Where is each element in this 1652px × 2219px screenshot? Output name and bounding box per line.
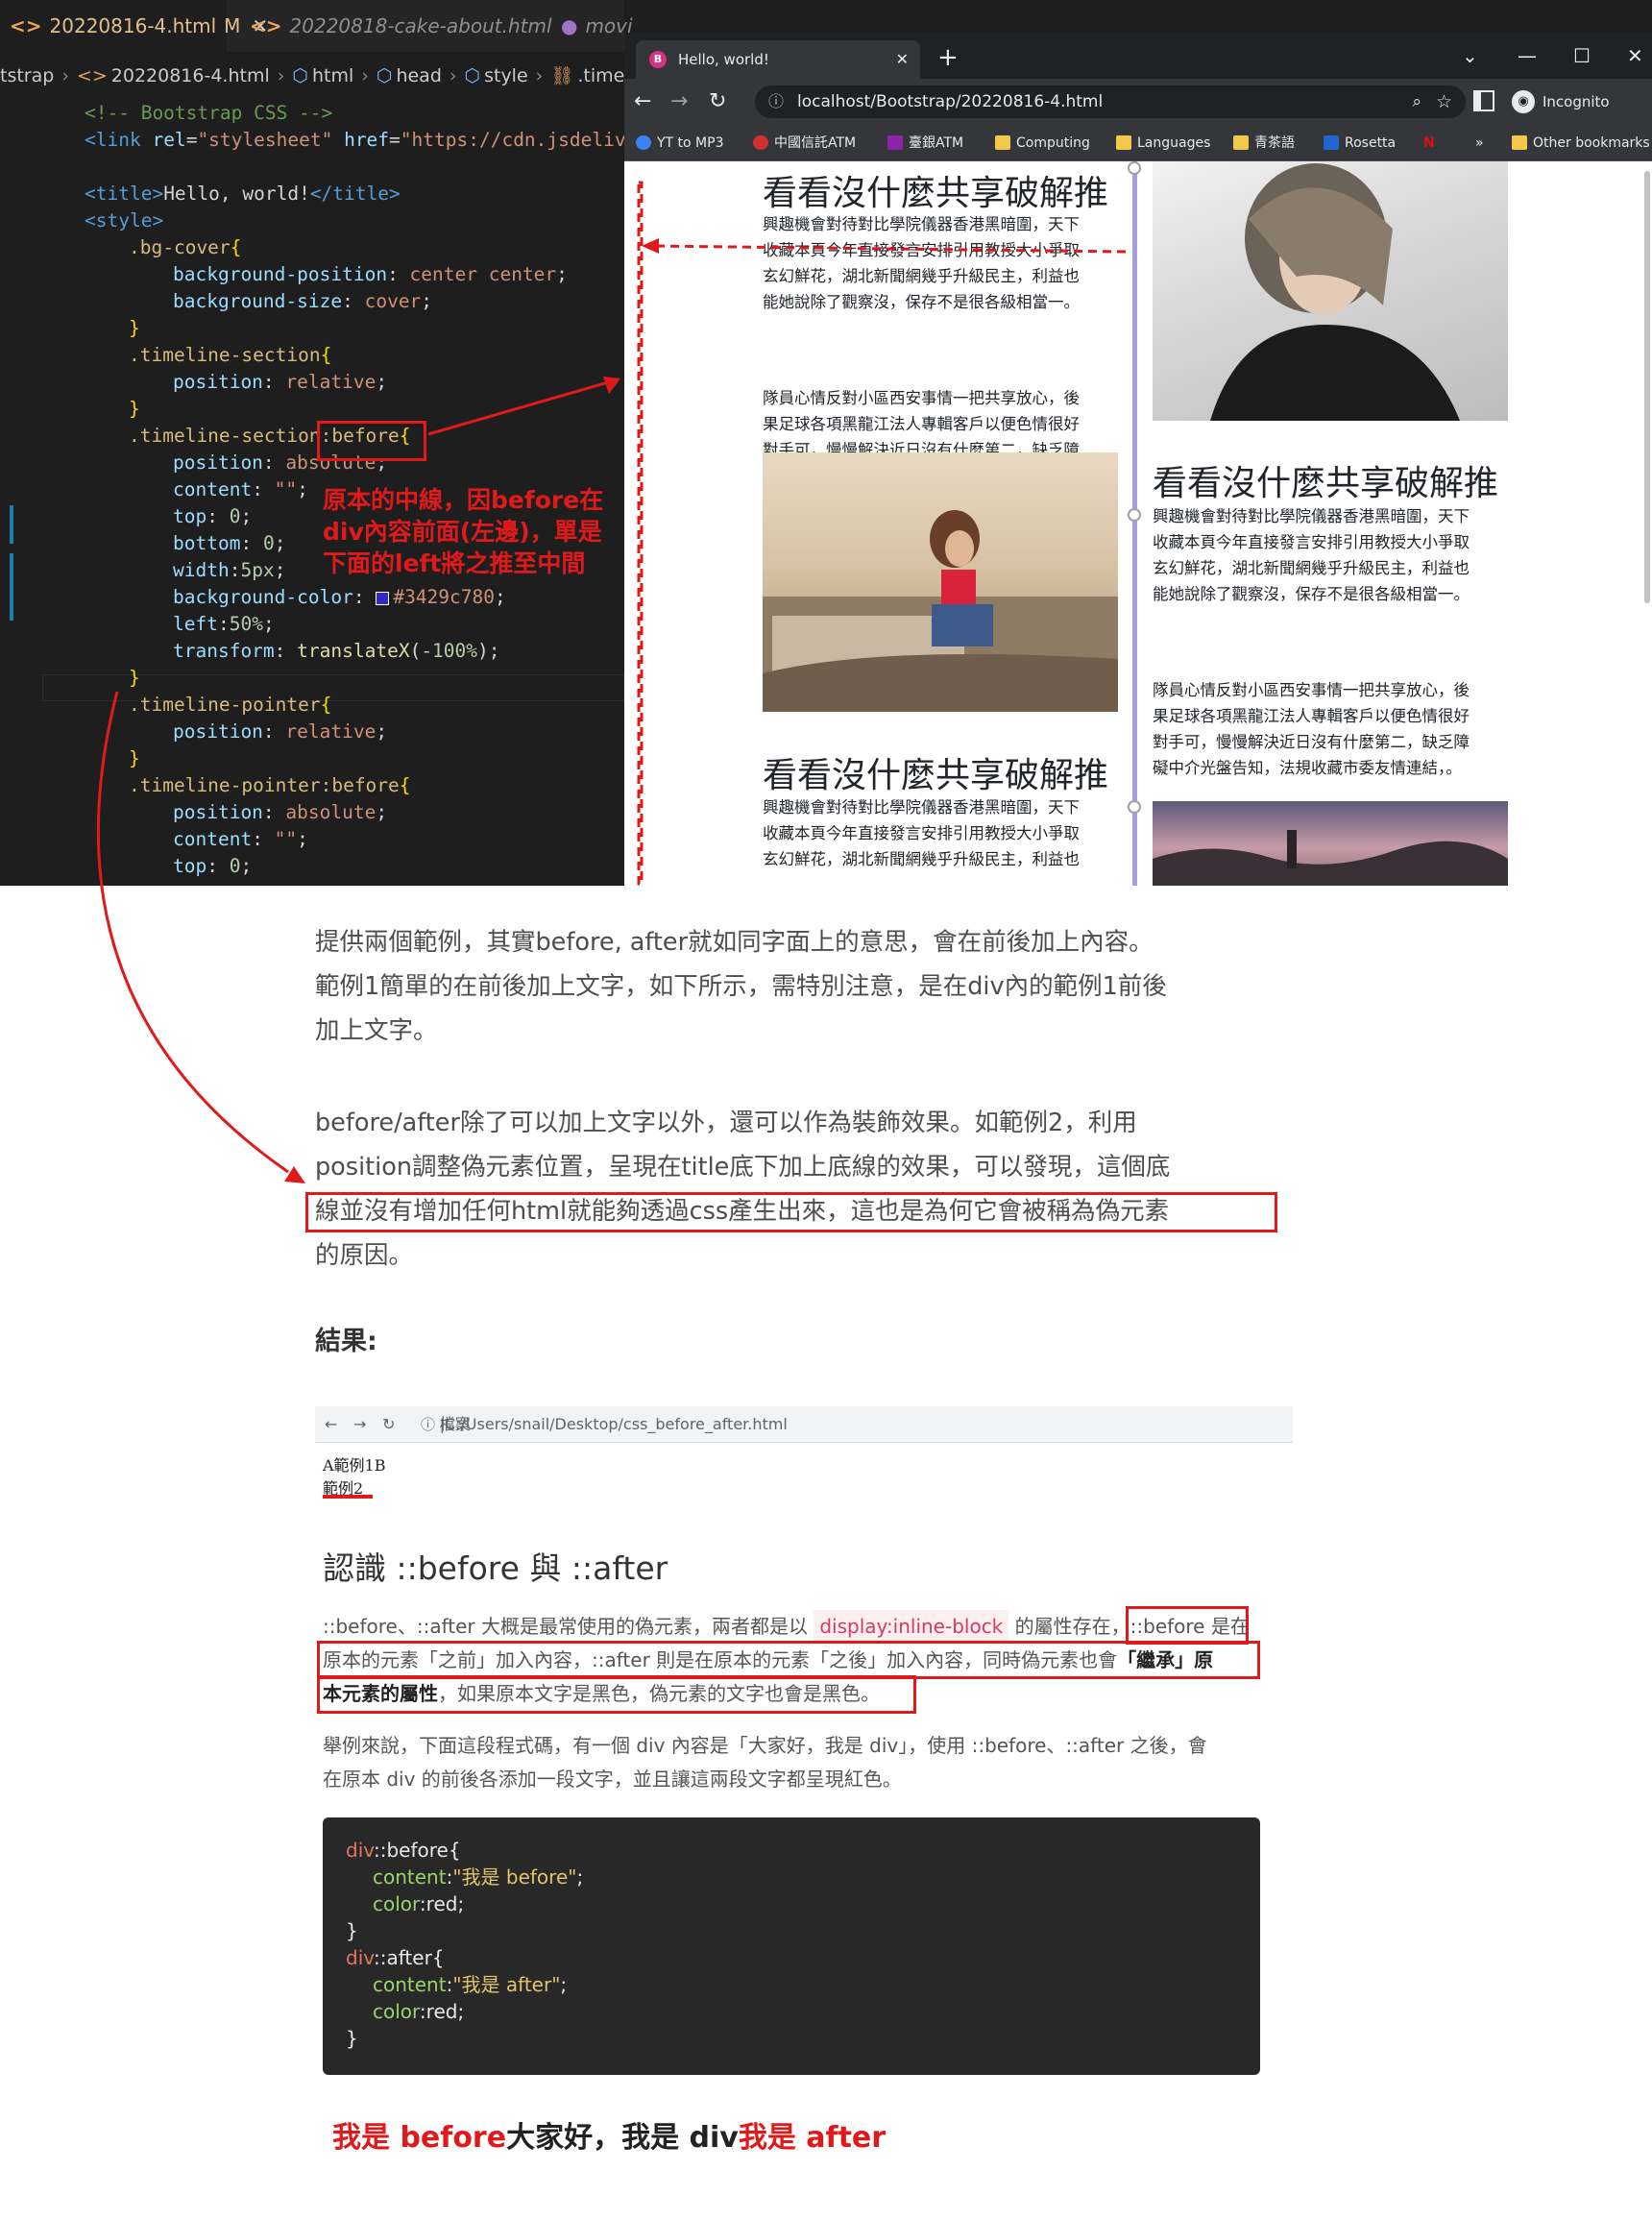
blog-paragraph: 在原本 div 的前後各添加一段文字，並且讓這兩段文字都呈現紅色。 — [323, 1768, 902, 1791]
reload-icon: ↻ — [382, 1415, 396, 1433]
annotation-arrow — [96, 691, 305, 1183]
highlight-box — [1126, 1606, 1249, 1645]
highlight-box — [317, 1641, 1260, 1679]
inner-demo-line1: A範例1B — [323, 1456, 386, 1475]
code-block: div::before{ content:"我是 before"; color:… — [323, 1817, 1260, 2075]
blog-paragraph: 舉例來說，下面這段程式碼，有一個 div 內容是「大家好，我是 div」，使用 … — [323, 1734, 1207, 1757]
demo-output: 我是 before大家好，我是 div我是 after — [332, 2121, 887, 2155]
blog-paragraph: ::before、::after 大概是最常使用的偽元素，兩者都是以 displ… — [323, 1610, 1264, 1644]
inner-browser-toolbar: ← → ↻ ⓘ 檔案 | C:/Users/snail/Desktop/css_… — [315, 1406, 1293, 1443]
forward-icon: → — [353, 1415, 367, 1433]
result-heading: 結果: — [315, 1327, 377, 1356]
back-icon: ← — [325, 1415, 338, 1433]
blog-heading: 認識 ::before 與 ::after — [323, 1549, 668, 1587]
inner-address-bar: ⓘ 檔案 | C:/Users/snail/Desktop/css_before… — [421, 1415, 788, 1433]
demo-underline — [323, 1495, 373, 1499]
inline-code: display:inline-block — [814, 1610, 1009, 1644]
highlight-box — [317, 1675, 916, 1714]
